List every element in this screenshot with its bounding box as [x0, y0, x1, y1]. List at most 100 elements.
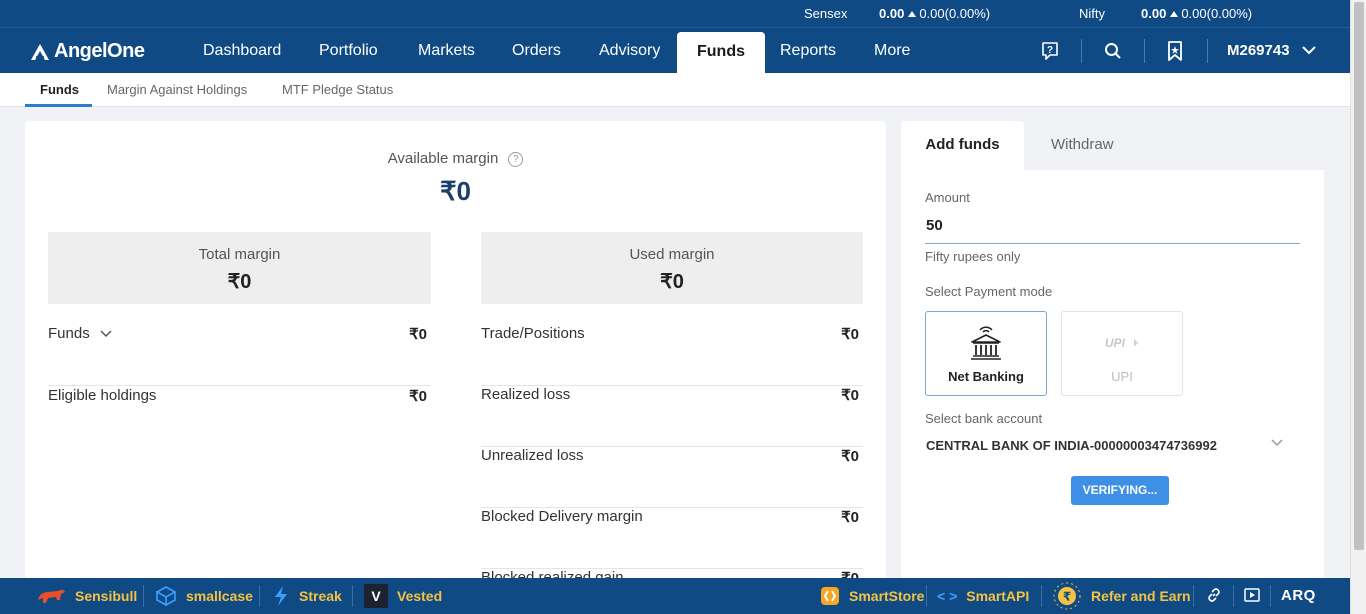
nav-reports[interactable]: Reports	[780, 28, 836, 74]
footer-divider	[1193, 585, 1194, 607]
subtab-margin-against-holdings[interactable]: Margin Against Holdings	[107, 82, 247, 97]
footer-divider	[926, 585, 927, 607]
eligible-holdings-label: Eligible holdings	[48, 387, 157, 404]
up-arrow-icon	[908, 11, 917, 18]
funds-row-label-wrap: Funds	[48, 325, 112, 342]
angelone-logo-icon	[31, 43, 49, 60]
partner-smartapi-label: SmartAPI	[966, 588, 1030, 604]
used-margin-value: ₹0	[660, 271, 684, 293]
nav-advisory[interactable]: Advisory	[599, 28, 660, 74]
blocked-delivery-margin-row: Blocked Delivery margin ₹0	[481, 508, 863, 569]
search-icon[interactable]	[1102, 40, 1124, 62]
tab-add-funds[interactable]: Add funds	[901, 121, 1024, 170]
upi-logo-icon: UPI	[1105, 336, 1138, 350]
smartstore-icon	[821, 587, 839, 605]
verify-button[interactable]: VERIFYING...	[1071, 476, 1169, 505]
rupee-coin-icon: ₹	[1053, 582, 1081, 610]
smallcase-icon	[155, 586, 177, 607]
margin-summary-card: Available margin? ₹0 Total margin ₹0 Use…	[25, 121, 886, 581]
link-icon[interactable]	[1206, 587, 1222, 608]
nav-more[interactable]: More	[874, 28, 910, 74]
nav-funds[interactable]: Funds	[677, 32, 765, 74]
total-margin-box: Total margin ₹0	[48, 232, 431, 304]
user-menu[interactable]: M269743	[1227, 42, 1316, 59]
available-margin-heading: Available margin?	[25, 150, 886, 167]
main-nav: AngelOne Dashboard Portfolio Markets Ord…	[0, 27, 1350, 74]
video-play-icon[interactable]	[1244, 588, 1260, 607]
nav-divider	[1207, 39, 1208, 63]
blocked-delivery-margin-value: ₹0	[841, 509, 859, 526]
amount-in-words: Fifty rupees only	[925, 249, 1021, 264]
bull-icon	[38, 589, 65, 603]
tab-withdraw[interactable]: Withdraw	[1051, 121, 1114, 170]
funds-row[interactable]: Funds ₹0	[48, 325, 431, 386]
nifty-value: 0.00	[1141, 6, 1167, 21]
blocked-delivery-margin-label: Blocked Delivery margin	[481, 508, 643, 525]
sub-nav: Funds Margin Against Holdings MTF Pledge…	[0, 73, 1350, 107]
realized-loss-row: Realized loss ₹0	[481, 386, 863, 447]
partner-smallcase[interactable]: smallcase	[155, 578, 253, 614]
partner-streak[interactable]: Streak	[272, 578, 342, 614]
nav-portfolio[interactable]: Portfolio	[319, 28, 378, 74]
bookmark-icon[interactable]	[1164, 40, 1186, 62]
subtab-funds[interactable]: Funds	[40, 82, 79, 97]
market-ticker: Sensex 0.00 0.00(0.00%) Nifty 0.00 0.00(0.…	[0, 0, 1350, 27]
active-subtab-indicator	[25, 104, 92, 107]
add-funds-card: Add funds Withdraw Amount 50 Fifty rupee…	[901, 121, 1324, 581]
partner-smallcase-label: smallcase	[186, 588, 253, 604]
unrealized-loss-row: Unrealized loss ₹0	[481, 447, 863, 508]
nav-divider	[1081, 39, 1082, 63]
funds-row-value: ₹0	[409, 326, 427, 343]
page-scrollbar[interactable]	[1350, 0, 1366, 614]
eligible-holdings-value: ₹0	[409, 388, 427, 405]
amount-input[interactable]: 50	[925, 217, 1300, 244]
payment-mode-upi[interactable]: UPI UPI	[1061, 311, 1183, 396]
nav-markets[interactable]: Markets	[418, 28, 475, 74]
partner-sensibull-label: Sensibull	[75, 588, 138, 604]
refer-and-earn[interactable]: ₹ Refer and Earn	[1052, 578, 1191, 614]
realized-loss-label: Realized loss	[481, 386, 571, 403]
chevron-down-icon	[100, 330, 112, 338]
scrollbar-thumb[interactable]	[1354, 2, 1364, 550]
svg-text:₹: ₹	[1063, 590, 1071, 604]
sensex-change: 0.00(0.00%)	[919, 6, 991, 21]
total-margin-value: ₹0	[227, 271, 252, 293]
netbanking-label: Net Banking	[948, 369, 1024, 384]
upi-label: UPI	[1111, 369, 1133, 384]
partner-vested[interactable]: V Vested	[364, 578, 442, 614]
total-margin-label: Total margin	[198, 246, 281, 263]
footer-divider	[143, 585, 144, 607]
trade-positions-label: Trade/Positions	[481, 325, 585, 342]
nav-orders[interactable]: Orders	[512, 28, 561, 74]
nifty-change: 0.00(0.00%)	[1181, 6, 1253, 21]
bank-account-select[interactable]: CENTRAL BANK OF INDIA-00000003474736992	[926, 438, 1217, 453]
footer-divider	[1270, 585, 1271, 607]
trade-positions-value: ₹0	[841, 326, 859, 343]
used-margin-label: Used margin	[629, 246, 715, 263]
arq-logo[interactable]: ARQ	[1281, 587, 1316, 604]
refer-and-earn-label: Refer and Earn	[1091, 588, 1191, 604]
sensex-quote: 0.00 0.00(0.00%)	[879, 6, 990, 21]
lightning-icon	[275, 586, 287, 606]
nav-dashboard[interactable]: Dashboard	[203, 28, 281, 74]
payment-mode-netbanking[interactable]: Net Banking	[925, 311, 1047, 396]
svg-text:?: ?	[1047, 45, 1053, 56]
vested-logo-icon: V	[364, 584, 388, 608]
chevron-down-icon[interactable]	[1271, 439, 1283, 447]
svg-text:UPI: UPI	[1105, 336, 1126, 350]
help-icon[interactable]: ?	[1039, 40, 1061, 62]
partner-smartstore[interactable]: SmartStore	[820, 578, 924, 614]
brand-logo[interactable]: AngelOne	[30, 40, 145, 63]
nifty-label: Nifty	[1079, 6, 1105, 21]
partner-smartapi[interactable]: < > SmartAPI	[937, 578, 1029, 614]
amount-label: Amount	[925, 190, 970, 205]
help-circle-icon[interactable]: ?	[508, 151, 524, 167]
used-margin-box: Used margin ₹0	[481, 232, 863, 304]
subtab-mtf-pledge-status[interactable]: MTF Pledge Status	[282, 82, 393, 97]
partner-vested-label: Vested	[397, 588, 443, 604]
available-margin-value: ₹0	[439, 176, 471, 206]
partner-sensibull[interactable]: Sensibull	[36, 578, 137, 614]
unrealized-loss-label: Unrealized loss	[481, 447, 584, 464]
partner-bar: Sensibull smallcase Streak V Vested Smar…	[0, 578, 1350, 614]
bank-account-label: Select bank account	[925, 411, 1043, 426]
